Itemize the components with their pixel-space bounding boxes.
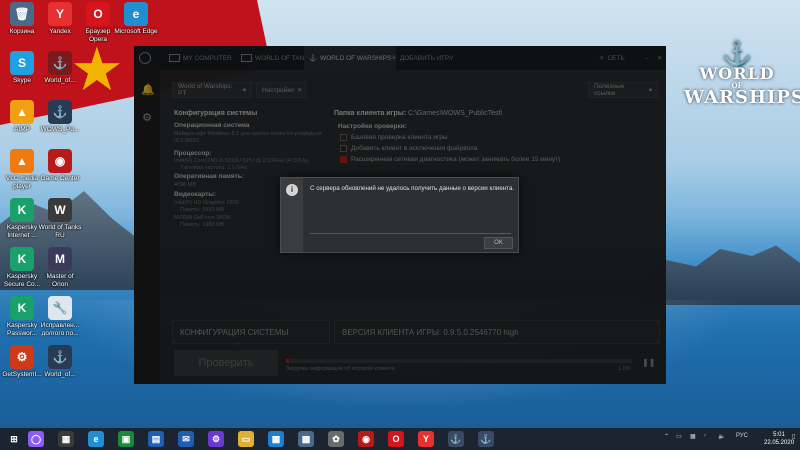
- desktop-icon[interactable]: ◉ Game Center: [38, 149, 82, 197]
- dialog-message: С сервера обновлений не удалось получить…: [310, 185, 515, 192]
- dialog-icon-column: i: [281, 178, 303, 252]
- taskview-tray-icon[interactable]: ▦: [690, 433, 696, 440]
- taskbar-app-icon[interactable]: ⚓: [478, 431, 494, 447]
- taskbar-app-icon[interactable]: ✿: [328, 431, 344, 447]
- taskbar-app-icon[interactable]: e: [88, 431, 104, 447]
- app-icon: 🔧: [48, 296, 72, 320]
- desktop-icon-label: Master of Orion: [46, 273, 74, 288]
- desktop-icon[interactable]: W World of Tanks RU: [38, 198, 82, 246]
- app-icon: ⚓: [48, 100, 72, 124]
- app-icon: W: [48, 198, 72, 222]
- desktop-icon[interactable]: 🔧 Исправлен... долгого по...: [38, 296, 82, 344]
- taskbar-app-icon[interactable]: ▦: [268, 431, 284, 447]
- clock-time: 5:01: [773, 432, 785, 438]
- ok-button[interactable]: OK: [484, 237, 513, 249]
- app-icon: ▲: [10, 100, 34, 124]
- app-icon: O: [86, 2, 110, 26]
- desktop-icon-label: WOWS_Pu...: [40, 126, 80, 133]
- taskbar-app-icon[interactable]: ▭: [238, 431, 254, 447]
- app-icon: ▲: [10, 149, 34, 173]
- anchor-icon: ⚓: [722, 39, 752, 68]
- app-icon: K: [10, 247, 34, 271]
- app-icon: Y: [48, 2, 72, 26]
- start-button[interactable]: ⊞: [6, 431, 22, 447]
- language-indicator[interactable]: РУС: [736, 433, 748, 439]
- taskbar-app-icon[interactable]: ▦: [58, 431, 74, 447]
- windows-icon: ⊞: [10, 433, 18, 444]
- taskbar-app-icon[interactable]: ✉: [178, 431, 194, 447]
- app-icon: K: [10, 198, 34, 222]
- desktop-icon[interactable]: ⚓ WOWS_Pu...: [38, 100, 82, 148]
- desktop-icon[interactable]: M Master of Orion: [38, 247, 82, 295]
- clock-date: 22.05.2020: [764, 440, 795, 446]
- taskbar-app-icon[interactable]: Y: [418, 431, 434, 447]
- taskbar-app-icon[interactable]: ◯: [28, 431, 44, 447]
- desktop-icon[interactable]: ⚓ World_of...: [38, 345, 82, 393]
- dialog-divider: [310, 233, 511, 234]
- chevron-up-icon[interactable]: ⌃: [664, 433, 669, 440]
- desktop-icon[interactable]: ⚓ World_of...: [38, 51, 82, 99]
- app-icon: ⚙: [10, 345, 34, 369]
- error-dialog: i С сервера обновлений не удалось получи…: [280, 177, 519, 253]
- app-icon: 🗑: [10, 2, 34, 26]
- desktop-icon-label: World_of...: [44, 371, 76, 378]
- taskbar: ⊞ ◯ ▦ e ▣ ▤ ✉ ⚙ ▭ ▦ ▩ ✿ ◉ O Y ⚓ ⚓ ⌃ ▭ ▦ ◜ 🔈 РУС 5:01 22…: [0, 428, 800, 450]
- logo-line-world: WORLD: [699, 64, 775, 83]
- clock[interactable]: 5:01 22.05.2020: [764, 431, 794, 447]
- app-icon: ⚓: [48, 51, 72, 75]
- desktop-icon-label: World of Tanks RU: [38, 224, 82, 239]
- taskbar-app-icon[interactable]: ⚙: [208, 431, 224, 447]
- info-icon: i: [286, 184, 298, 196]
- desktop-icon-label: Game Center: [40, 175, 80, 182]
- notifications-icon[interactable]: ▯: [792, 433, 795, 440]
- app-icon: K: [10, 296, 34, 320]
- desktop-icon-label: Исправлен... долгого по...: [40, 322, 80, 337]
- taskbar-app-icon[interactable]: O: [388, 431, 404, 447]
- taskbar-app-icon[interactable]: ▤: [148, 431, 164, 447]
- speaker-icon[interactable]: 🔈: [718, 433, 725, 440]
- app-icon: ◉: [48, 149, 72, 173]
- network-tray-icon[interactable]: ▭: [676, 433, 682, 440]
- desktop-icon-label: World_of...: [44, 77, 76, 84]
- taskbar-app-icon[interactable]: ▣: [118, 431, 134, 447]
- taskbar-app-icon[interactable]: ⚓: [448, 431, 464, 447]
- world-of-warships-logo: ⚓ WORLD OF WARSHIPS: [684, 39, 800, 108]
- taskbar-app-icon[interactable]: ◉: [358, 431, 374, 447]
- logo-line-warships: WARSHIPS: [684, 87, 800, 108]
- wifi-icon[interactable]: ◜: [704, 433, 706, 440]
- app-icon: M: [48, 247, 72, 271]
- app-icon: ⚓: [48, 345, 72, 369]
- desktop-icon[interactable]: e Microsoft Edge: [114, 2, 158, 50]
- desktop-icon-label: Microsoft Edge: [114, 28, 158, 35]
- app-icon: e: [124, 2, 148, 26]
- app-icon: S: [10, 51, 34, 75]
- taskbar-app-icon[interactable]: ▩: [298, 431, 314, 447]
